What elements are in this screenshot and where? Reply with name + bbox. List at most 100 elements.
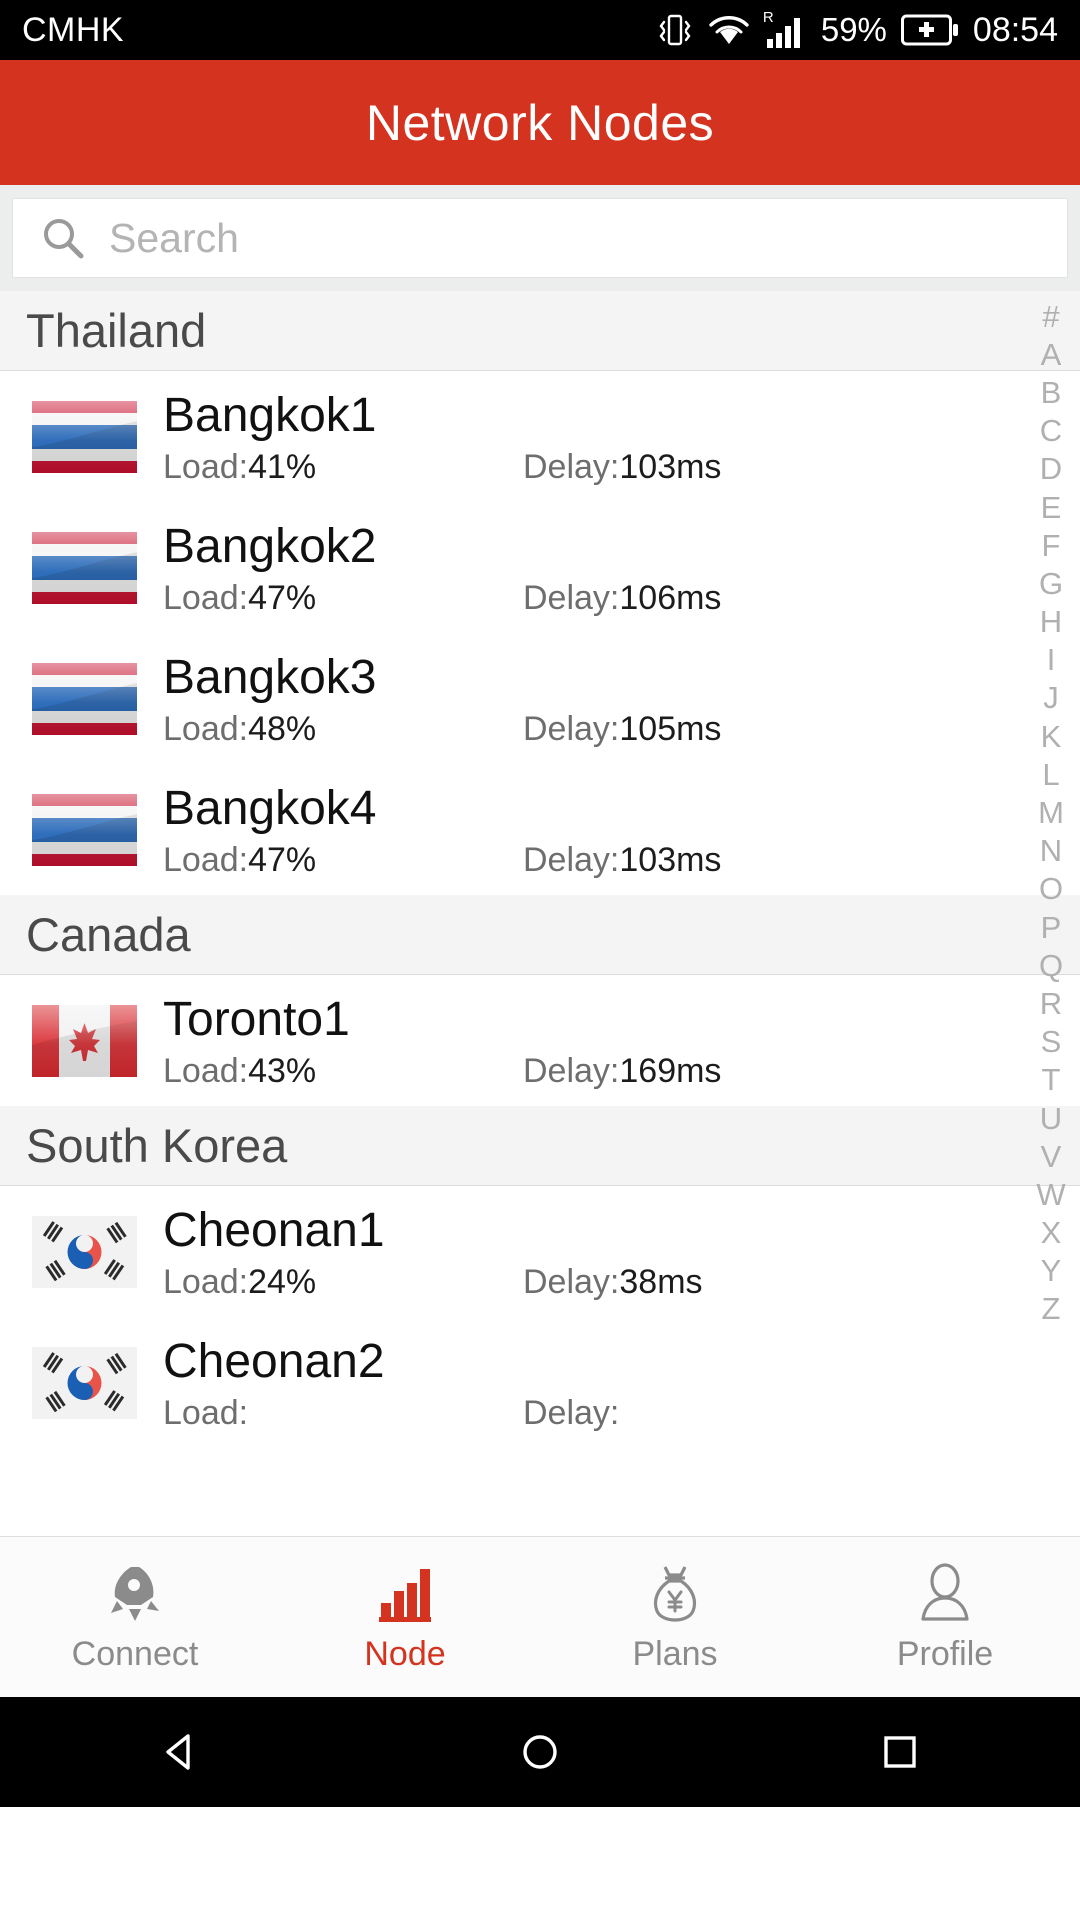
node-info: Bangkok1 Load:41% Delay:103ms xyxy=(163,371,1054,502)
node-info: Bangkok3 Load:48% Delay:105ms xyxy=(163,633,1054,764)
node-load: Load:41% xyxy=(163,448,523,487)
tab-plans[interactable]: Plans xyxy=(540,1561,810,1674)
node-delay: Delay:103ms xyxy=(523,448,721,487)
search-icon xyxy=(44,219,84,259)
section-header: South Korea xyxy=(0,1106,1080,1186)
node-list-item[interactable]: Toronto1 Load:43% Delay:169ms xyxy=(0,975,1080,1106)
node-delay: Delay:169ms xyxy=(523,1052,721,1091)
recents-square-icon[interactable] xyxy=(810,1697,990,1807)
node-list-item[interactable]: Bangkok3 Load:48% Delay:105ms xyxy=(0,633,1080,764)
alpha-index-letter[interactable]: E xyxy=(1022,488,1080,526)
alpha-index-letter[interactable]: U xyxy=(1022,1099,1080,1137)
alpha-index-letter[interactable]: N xyxy=(1022,832,1080,870)
section-country-label: Canada xyxy=(26,908,191,961)
home-circle-icon[interactable] xyxy=(450,1697,630,1807)
tab-connect[interactable]: Connect xyxy=(0,1561,270,1674)
search-placeholder: Search xyxy=(109,214,239,261)
wifi-icon xyxy=(709,16,749,44)
tab-profile[interactable]: Profile xyxy=(810,1561,1080,1674)
alpha-index-letter[interactable]: H xyxy=(1022,603,1080,641)
node-stats: Load:47% Delay:103ms xyxy=(163,841,1054,880)
alpha-index-letter[interactable]: T xyxy=(1022,1061,1080,1099)
node-load: Load:48% xyxy=(163,710,523,749)
person-icon xyxy=(913,1561,977,1625)
node-name: Cheonan1 xyxy=(163,1204,385,1258)
node-name: Bangkok3 xyxy=(163,651,377,705)
node-load-value: 48% xyxy=(248,709,317,748)
node-delay-label: Delay: xyxy=(523,709,620,748)
alpha-index-letter[interactable]: K xyxy=(1022,717,1080,755)
node-list-item[interactable]: Cheonan1 Load:24% Delay:38ms xyxy=(0,1186,1080,1317)
alpha-index-letter[interactable]: F xyxy=(1022,526,1080,564)
alpha-index-letter[interactable]: S xyxy=(1022,1023,1080,1061)
status-icon-group: R 59% xyxy=(657,10,959,50)
node-info: Cheonan1 Load:24% Delay:38ms xyxy=(163,1186,1054,1317)
node-list-item[interactable]: Bangkok4 Load:47% Delay:103ms xyxy=(0,764,1080,895)
node-delay-value: 38ms xyxy=(619,1262,703,1301)
node-load: Load:43% xyxy=(163,1052,523,1091)
alpha-index-letter[interactable]: C xyxy=(1022,412,1080,450)
node-stats: Load:47% Delay:106ms xyxy=(163,579,1054,618)
node-name: Bangkok2 xyxy=(163,520,377,574)
node-name: Bangkok1 xyxy=(163,389,377,443)
alpha-index-letter[interactable]: L xyxy=(1022,755,1080,793)
thailand-flag xyxy=(32,793,137,866)
node-stats: Load: Delay: xyxy=(163,1394,1054,1433)
node-list-container[interactable]: Thailand Bangkok1 Load:41% Delay:103ms Bangk… xyxy=(0,291,1080,1536)
node-delay-label: Delay: xyxy=(523,447,620,486)
tab-label-profile: Profile xyxy=(896,1634,994,1673)
alpha-index-letter[interactable]: B xyxy=(1022,373,1080,411)
alpha-index-letter[interactable]: R xyxy=(1022,984,1080,1022)
node-load-value: 43% xyxy=(248,1051,317,1090)
alpha-index-letter[interactable]: A xyxy=(1022,335,1080,373)
node-delay: Delay: xyxy=(523,1394,619,1433)
node-load: Load:47% xyxy=(163,579,523,618)
alpha-index-letter[interactable]: D xyxy=(1022,450,1080,488)
clock-label: 08:54 xyxy=(972,10,1058,49)
node-load-value: 24% xyxy=(248,1262,317,1301)
node-delay: Delay:38ms xyxy=(523,1263,703,1302)
south-korea-flag xyxy=(32,1215,137,1288)
carrier-label: CMHK xyxy=(22,10,125,49)
status-bar: CMHK R 59% 08:54 xyxy=(0,0,1080,60)
search-input[interactable]: Search xyxy=(12,198,1068,278)
alpha-index-letter[interactable]: # xyxy=(1022,297,1080,335)
thailand-flag xyxy=(32,662,137,735)
battery-percent-label: 59% xyxy=(820,11,887,48)
back-triangle-icon[interactable] xyxy=(90,1697,270,1807)
node-name: Toronto1 xyxy=(163,993,350,1047)
tab-label-node: Node xyxy=(364,1634,446,1673)
alpha-index-letter[interactable]: P xyxy=(1022,908,1080,946)
thailand-flag xyxy=(32,400,137,473)
node-delay-label: Delay: xyxy=(523,1393,620,1432)
alpha-index-letter[interactable]: J xyxy=(1022,679,1080,717)
alpha-index-letter[interactable]: M xyxy=(1022,793,1080,831)
node-delay: Delay:103ms xyxy=(523,841,721,880)
alpha-index-letter[interactable]: G xyxy=(1022,564,1080,602)
node-delay: Delay:105ms xyxy=(523,710,721,749)
alpha-index-letter[interactable]: Y xyxy=(1022,1252,1080,1290)
bar-chart-icon xyxy=(373,1561,437,1625)
tab-node[interactable]: Node xyxy=(270,1561,540,1674)
tab-label-connect: Connect xyxy=(71,1634,199,1673)
page-title: Network Nodes xyxy=(365,94,715,151)
alpha-index-letter[interactable]: V xyxy=(1022,1137,1080,1175)
alpha-index-letter[interactable]: O xyxy=(1022,870,1080,908)
node-info: Bangkok4 Load:47% Delay:103ms xyxy=(163,764,1054,895)
alpha-index-letter[interactable]: I xyxy=(1022,641,1080,679)
node-list-item[interactable]: Cheonan2 Load: Delay: xyxy=(0,1317,1080,1448)
alphabet-index[interactable]: # A B C D E F G H I J K L M N O P Q R S T U V W X Y Z xyxy=(1022,291,1080,1536)
node-list-item[interactable]: Bangkok2 Load:47% Delay:106ms xyxy=(0,502,1080,633)
thailand-flag xyxy=(32,531,137,604)
thailand-flag xyxy=(32,400,137,473)
rocket-icon xyxy=(103,1561,167,1625)
alpha-index-letter[interactable]: W xyxy=(1022,1175,1080,1213)
alpha-index-letter[interactable]: Z xyxy=(1022,1290,1080,1328)
node-info: Toronto1 Load:43% Delay:169ms xyxy=(163,975,1054,1106)
alpha-index-letter[interactable]: X xyxy=(1022,1214,1080,1252)
alpha-index-letter[interactable]: Q xyxy=(1022,946,1080,984)
node-delay-label: Delay: xyxy=(523,840,620,879)
node-list-item[interactable]: Bangkok1 Load:41% Delay:103ms xyxy=(0,371,1080,502)
node-stats: Load:24% Delay:38ms xyxy=(163,1263,1054,1302)
node-name: Cheonan2 xyxy=(163,1335,385,1389)
